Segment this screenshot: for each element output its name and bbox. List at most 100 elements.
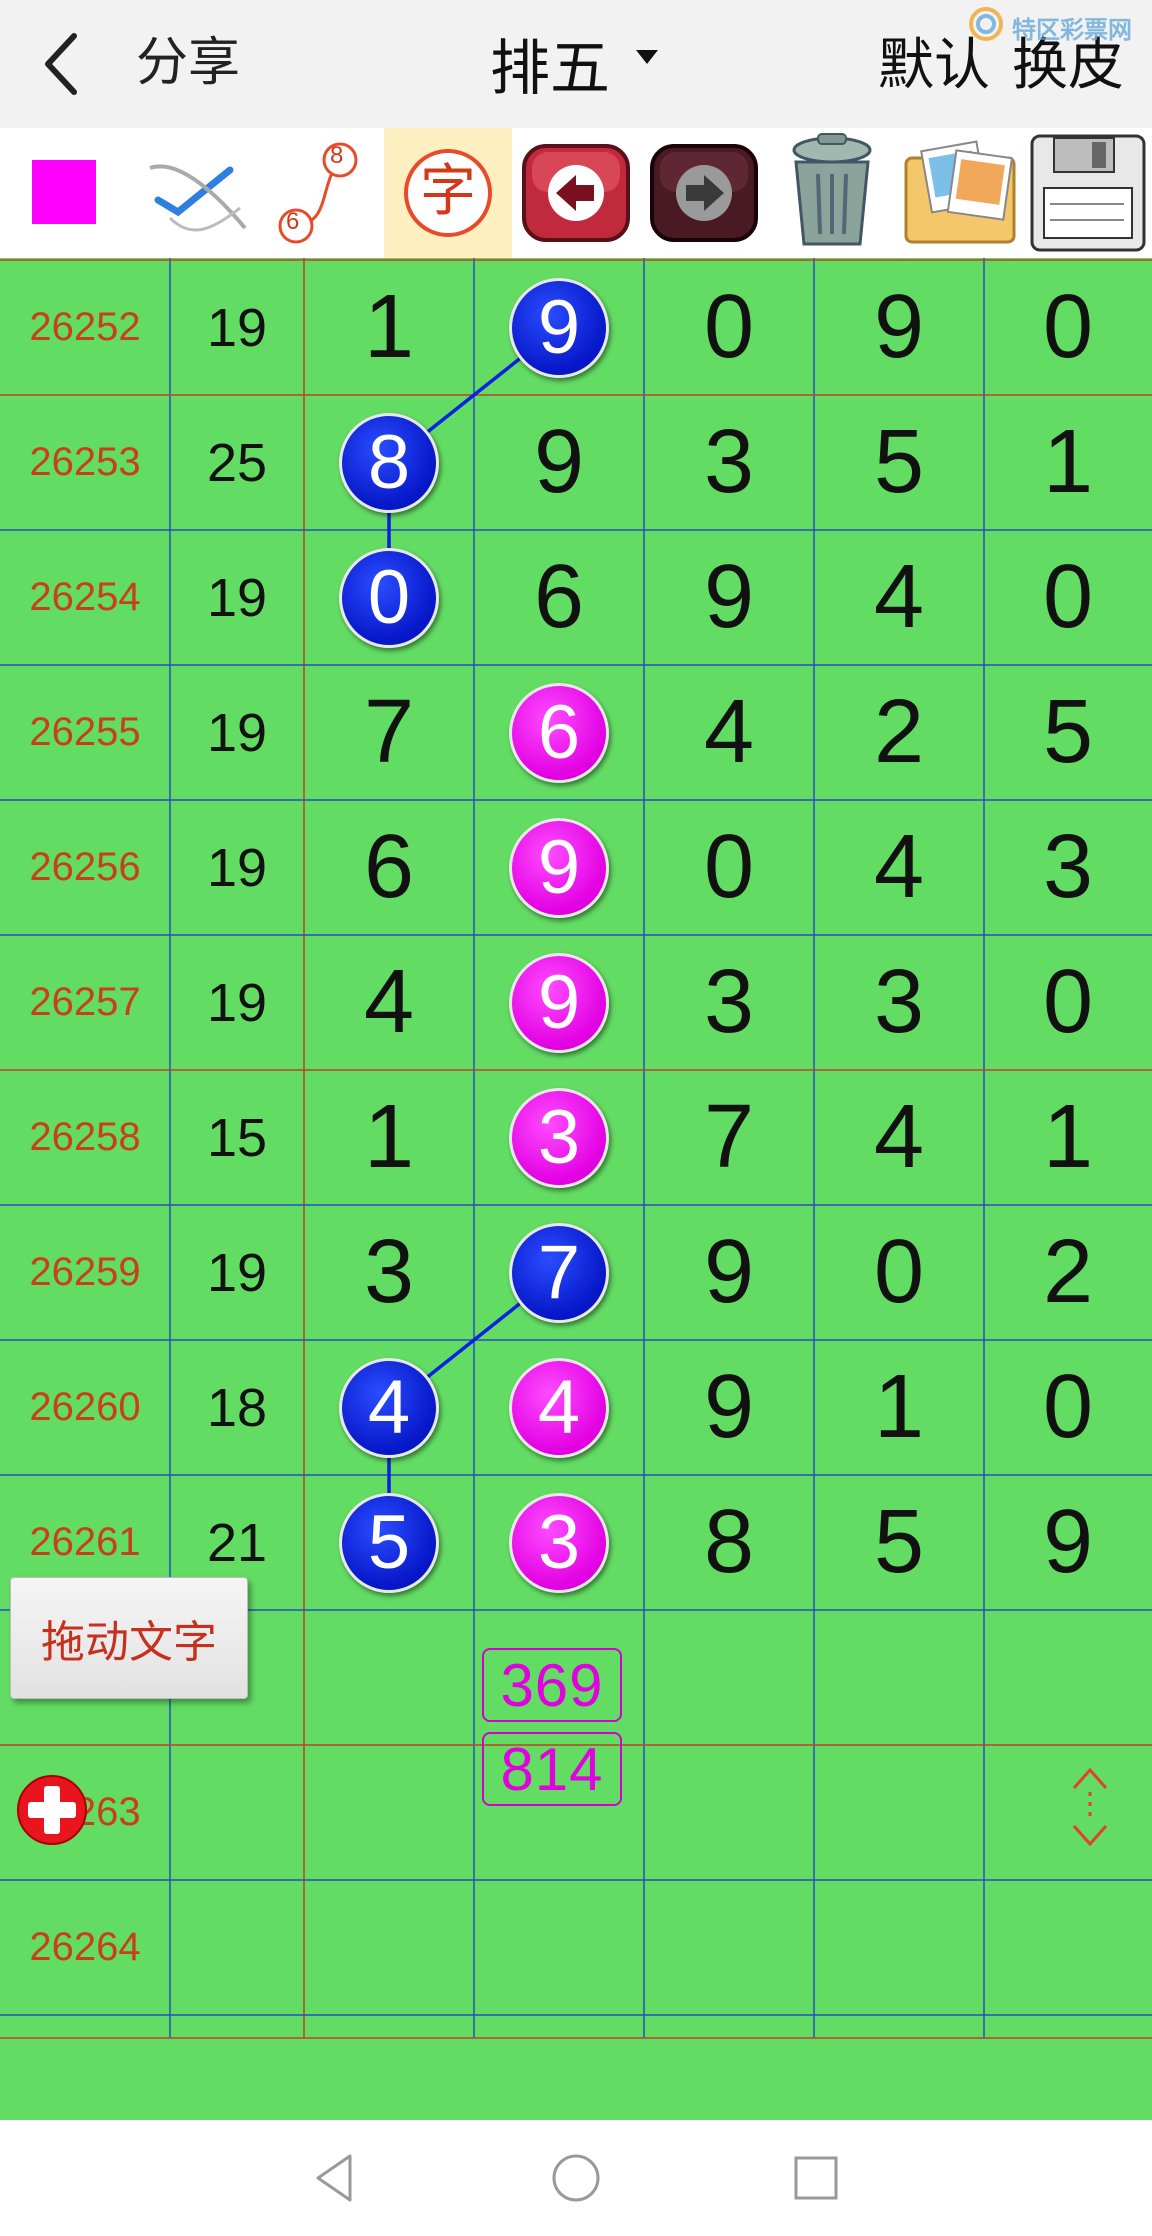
digit-cell[interactable]: 4 — [304, 1340, 474, 1475]
digit-cell[interactable]: 9 — [474, 800, 644, 935]
digit-cell[interactable]: 3 — [644, 935, 814, 1070]
save-button[interactable] — [1024, 128, 1152, 258]
digit-cell[interactable]: 1 — [984, 395, 1152, 530]
triangle-back-icon[interactable] — [306, 2148, 366, 2208]
up-down-arrows-icon[interactable] — [1060, 1762, 1120, 1852]
digit-value: 2 — [1042, 1222, 1094, 1322]
lottery-type-selector[interactable]: 排五 — [490, 20, 610, 107]
digit-cell[interactable] — [814, 1610, 984, 1745]
digit-cell[interactable]: 0 — [984, 1340, 1152, 1475]
highlight-ball[interactable]: 3 — [509, 1087, 609, 1188]
digit-cell[interactable]: 3 — [984, 800, 1152, 935]
digit-value: 9 — [703, 1357, 755, 1457]
digit-cell[interactable]: 7 — [304, 665, 474, 800]
digit-cell[interactable]: 1 — [304, 260, 474, 395]
digit-cell[interactable]: 9 — [814, 260, 984, 395]
digit-cell[interactable]: 0 — [644, 800, 814, 935]
digit-cell[interactable]: 4 — [814, 530, 984, 665]
redo-button[interactable] — [640, 128, 768, 258]
digit-cell[interactable] — [304, 1610, 474, 1745]
digit-cell[interactable]: 0 — [984, 530, 1152, 665]
digit-cell[interactable]: 4 — [474, 1340, 644, 1475]
digit-cell[interactable]: 9 — [644, 1340, 814, 1475]
highlight-ball[interactable]: 8 — [339, 412, 439, 513]
share-button[interactable]: 分享 — [136, 20, 240, 95]
digit-cell[interactable]: 9 — [984, 1475, 1152, 1610]
highlight-ball[interactable]: 9 — [509, 817, 609, 918]
digit-cell[interactable]: 9 — [474, 395, 644, 530]
highlight-ball[interactable]: 9 — [509, 952, 609, 1053]
prediction-box[interactable]: 369 — [482, 1648, 622, 1722]
digit-cell[interactable]: 5 — [304, 1475, 474, 1610]
prediction-box[interactable]: 814 — [482, 1732, 622, 1806]
digit-cell[interactable]: 9 — [474, 260, 644, 395]
digit-cell[interactable]: 1 — [814, 1340, 984, 1475]
digit-cell[interactable] — [304, 1745, 474, 1880]
highlight-ball[interactable]: 3 — [509, 1492, 609, 1593]
highlight-ball[interactable]: 0 — [339, 547, 439, 648]
text-tool[interactable]: 字 — [384, 128, 512, 258]
digit-cell[interactable]: 7 — [474, 1205, 644, 1340]
digit-cell[interactable] — [984, 1880, 1152, 2015]
digit-cell[interactable]: 7 — [644, 1070, 814, 1205]
digit-cell[interactable]: 4 — [644, 665, 814, 800]
digit-cell[interactable]: 9 — [644, 530, 814, 665]
digit-cell[interactable]: 6 — [474, 530, 644, 665]
highlight-ball[interactable]: 7 — [509, 1222, 609, 1323]
digit-cell[interactable]: 3 — [304, 1205, 474, 1340]
digit-cell[interactable]: 0 — [304, 530, 474, 665]
digit-cell[interactable]: 9 — [644, 1205, 814, 1340]
digit-cell[interactable] — [644, 1610, 814, 1745]
digit-cell[interactable]: 0 — [984, 260, 1152, 395]
circle-home-icon[interactable] — [546, 2148, 606, 2208]
digit-cell[interactable]: 4 — [814, 800, 984, 935]
digit-cell[interactable]: 2 — [984, 1205, 1152, 1340]
digit-cell[interactable]: 1 — [984, 1070, 1152, 1205]
chevron-left-icon[interactable] — [32, 22, 92, 106]
digit-cell[interactable]: 8 — [304, 395, 474, 530]
trend-chart-grid[interactable]: 26252 19 1 9 0 9 0 26253 25 8 9 3 5 1 26254 19 0 6 9 4 0 2625… — [0, 258, 1152, 2120]
highlight-ball[interactable]: 5 — [339, 1492, 439, 1593]
highlight-ball[interactable]: 9 — [509, 277, 609, 378]
digit-cell[interactable]: 1 — [304, 1070, 474, 1205]
pen-tool[interactable] — [130, 128, 260, 258]
drag-text-button[interactable]: 拖动文字 — [10, 1577, 248, 1699]
connect-tool[interactable]: 8 6 — [260, 128, 384, 258]
undo-button[interactable] — [512, 128, 640, 258]
digit-cell[interactable]: 3 — [474, 1475, 644, 1610]
digit-cell[interactable]: 5 — [814, 1475, 984, 1610]
digit-cell[interactable]: 6 — [304, 800, 474, 935]
highlight-ball[interactable]: 4 — [339, 1357, 439, 1458]
digit-cell[interactable]: 9 — [474, 935, 644, 1070]
square-recents-icon[interactable] — [786, 2148, 846, 2208]
plus-icon[interactable] — [14, 1772, 90, 1848]
digit-cell[interactable] — [644, 1880, 814, 2015]
digit-cell[interactable] — [814, 1745, 984, 1880]
digit-cell[interactable]: 4 — [304, 935, 474, 1070]
digit-cell[interactable] — [814, 1880, 984, 2015]
digit-cell[interactable] — [984, 1610, 1152, 1745]
digit-cell[interactable]: 3 — [814, 935, 984, 1070]
digit-cell[interactable]: 0 — [984, 935, 1152, 1070]
digit-cell[interactable]: 8 — [644, 1475, 814, 1610]
digit-cell[interactable]: 3 — [644, 395, 814, 530]
digit-value: 3 — [1042, 817, 1094, 917]
color-swatch-tool[interactable] — [0, 128, 130, 258]
caret-down-icon[interactable] — [636, 50, 658, 64]
digit-cell[interactable]: 5 — [984, 665, 1152, 800]
digit-value: 9 — [703, 1222, 755, 1322]
digit-cell[interactable]: 5 — [814, 395, 984, 530]
highlight-ball[interactable]: 6 — [509, 682, 609, 783]
digit-cell[interactable] — [474, 1880, 644, 2015]
digit-cell[interactable]: 2 — [814, 665, 984, 800]
highlight-ball[interactable]: 4 — [509, 1357, 609, 1458]
digit-cell[interactable]: 3 — [474, 1070, 644, 1205]
digit-cell[interactable]: 0 — [814, 1205, 984, 1340]
clear-trash-button[interactable] — [768, 128, 896, 258]
gallery-button[interactable] — [896, 128, 1024, 258]
digit-cell[interactable] — [644, 1745, 814, 1880]
digit-cell[interactable]: 6 — [474, 665, 644, 800]
digit-cell[interactable] — [304, 1880, 474, 2015]
digit-cell[interactable]: 4 — [814, 1070, 984, 1205]
digit-cell[interactable]: 0 — [644, 260, 814, 395]
